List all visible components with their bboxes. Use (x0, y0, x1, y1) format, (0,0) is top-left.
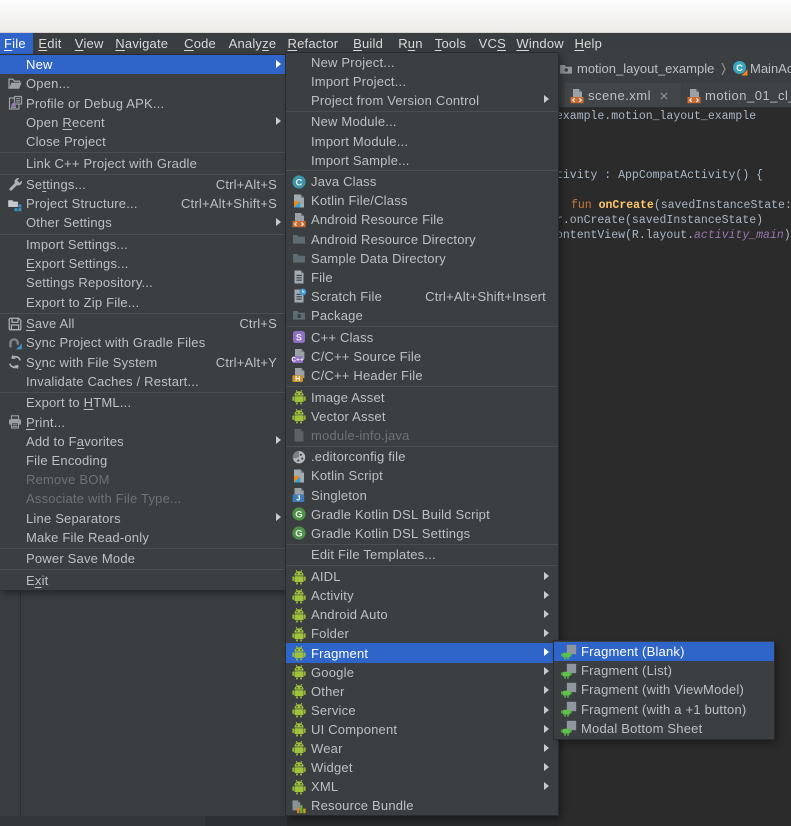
svg-text:G: G (295, 510, 303, 521)
svg-text:G: G (295, 529, 303, 540)
svg-text:C: C (736, 63, 743, 73)
svg-text:J: J (296, 494, 300, 503)
svg-text:C: C (295, 177, 302, 188)
svg-text:H: H (295, 376, 300, 383)
svg-text:C++: C++ (291, 357, 304, 364)
svg-text:S: S (296, 332, 302, 342)
